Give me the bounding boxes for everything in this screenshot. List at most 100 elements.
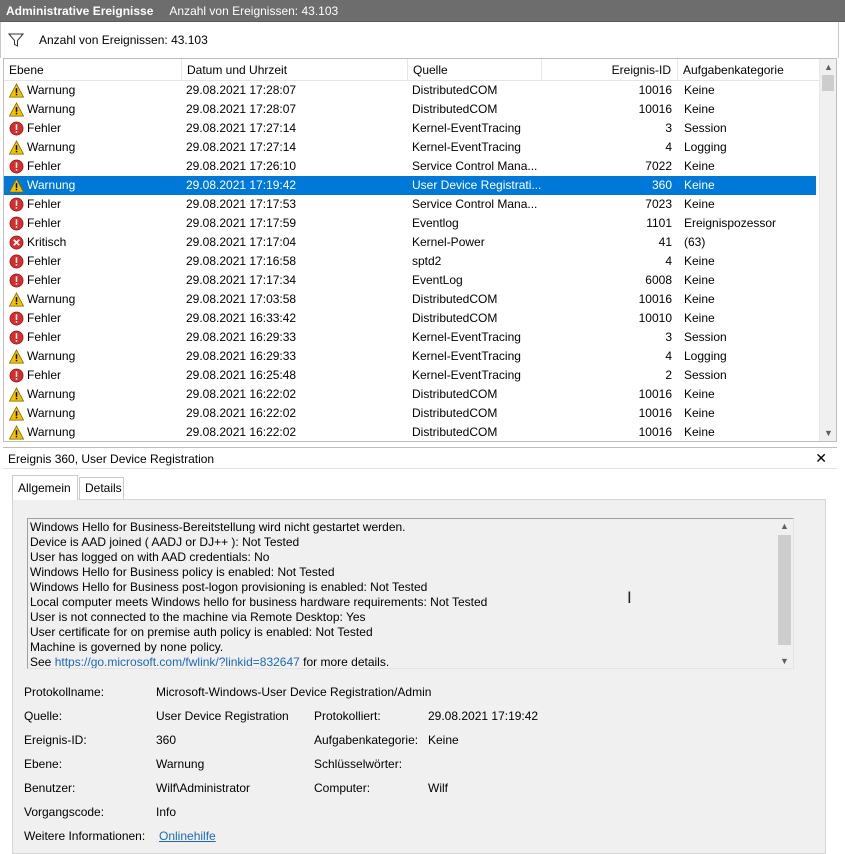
error-icon	[9, 311, 24, 326]
tab-panel-allgemein: Windows Hello for Business-Bereitstellun…	[12, 499, 826, 854]
cell-level: Kritisch	[27, 235, 67, 249]
scrollbar-thumb[interactable]	[778, 535, 791, 645]
cell-event-id: 10016	[638, 387, 672, 401]
cell-date: 29.08.2021 17:28:07	[186, 83, 297, 97]
error-icon	[9, 159, 24, 174]
close-icon[interactable]: ✕	[815, 450, 827, 467]
table-row[interactable]: Fehler 29.08.2021 17:27:14 Kernel-EventTra…	[4, 119, 816, 138]
tab-details[interactable]: Details	[79, 477, 124, 500]
cell-event-id: 3	[665, 121, 672, 135]
cell-source: Kernel-EventTracing	[412, 368, 521, 382]
scroll-down-arrow-icon[interactable]: ▼	[820, 425, 836, 441]
event-description[interactable]: Windows Hello for Business-Bereitstellun…	[27, 518, 794, 669]
prop-label-ereignis-id: Ereignis-ID:	[24, 733, 87, 747]
cell-level: Warnung	[27, 406, 76, 420]
online-help-link[interactable]: Onlinehilfe	[159, 829, 216, 843]
cell-event-id: 10010	[638, 311, 672, 325]
cell-level: Warnung	[27, 349, 76, 363]
text-cursor-icon: Ⅰ	[627, 588, 632, 607]
cell-source: DistributedCOM	[412, 292, 498, 306]
column-header-quelle[interactable]: Quelle	[408, 59, 542, 81]
cell-level: Fehler	[27, 368, 62, 382]
table-row[interactable]: Warnung 29.08.2021 16:22:02 DistributedCOM…	[4, 385, 816, 404]
cell-level: Warnung	[27, 387, 76, 401]
scrollbar-thumb[interactable]	[822, 75, 834, 91]
warning-icon	[9, 349, 24, 364]
cell-source: EventLog	[412, 273, 463, 287]
warning-icon	[9, 292, 24, 307]
table-row[interactable]: Warnung 29.08.2021 16:22:02 DistributedCOM…	[4, 404, 816, 423]
table-row[interactable]: Fehler 29.08.2021 17:17:59 Eventlog 1101 Ere…	[4, 214, 816, 233]
error-icon	[9, 121, 24, 136]
description-scrollbar[interactable]: ▲ ▼	[776, 519, 793, 668]
error-icon	[9, 330, 24, 345]
cell-level: Fehler	[27, 273, 62, 287]
table-row[interactable]: Warnung 29.08.2021 17:03:58 DistributedCOM…	[4, 290, 816, 309]
table-row[interactable]: Kritisch 29.08.2021 17:17:04 Kernel-Power 4…	[4, 233, 816, 252]
event-list[interactable]: Ebene Datum und Uhrzeit Quelle Ereignis-…	[3, 58, 837, 442]
table-row[interactable]: Fehler 29.08.2021 17:17:34 EventLog 6008 Kei…	[4, 271, 816, 290]
description-line: Windows Hello for Business-Bereitstellun…	[30, 520, 406, 534]
prop-label-computer: Computer:	[314, 781, 371, 795]
cell-source: Eventlog	[412, 216, 459, 230]
event-detail-title: Ereignis 360, User Device Registration	[8, 452, 215, 466]
prop-label-benutzer: Benutzer:	[24, 781, 76, 795]
cell-date: 29.08.2021 17:19:42	[186, 178, 297, 192]
table-row[interactable]: Fehler 29.08.2021 16:29:33 Kernel-EventTra…	[4, 328, 816, 347]
cell-level: Fehler	[27, 330, 62, 344]
column-header-aufgabenkategorie[interactable]: Aufgabenkategorie	[678, 59, 819, 81]
cell-event-id: 10016	[638, 292, 672, 306]
cell-category: Keine	[684, 102, 715, 116]
cell-category: Keine	[684, 387, 715, 401]
prop-label-ebene: Ebene:	[24, 757, 63, 771]
cell-level: Fehler	[27, 121, 62, 135]
warning-icon	[9, 178, 24, 193]
table-row[interactable]: Fehler 29.08.2021 17:26:10 Service Control…	[4, 157, 816, 176]
table-row[interactable]: Fehler 29.08.2021 16:33:42 DistributedCOM 1…	[4, 309, 816, 328]
cell-date: 29.08.2021 17:17:59	[186, 216, 297, 230]
table-row[interactable]: Warnung 29.08.2021 16:22:02 DistributedCOM…	[4, 423, 816, 441]
scroll-down-arrow-icon[interactable]: ▼	[776, 654, 793, 668]
event-list-scrollbar[interactable]: ▲ ▼	[819, 59, 836, 441]
prop-label-schluesselwoerter: Schlüsselwörter:	[314, 757, 403, 771]
table-row[interactable]: Fehler 29.08.2021 17:17:53 Service Control…	[4, 195, 816, 214]
table-row[interactable]: Warnung 29.08.2021 17:28:07 DistributedCOM…	[4, 100, 816, 119]
prop-value-benutzer: Wilf\Administrator	[156, 781, 251, 795]
cell-level: Fehler	[27, 197, 62, 211]
prop-label-protokollname: Protokollname:	[24, 685, 105, 699]
cell-source: DistributedCOM	[412, 406, 498, 420]
cell-event-id: 10016	[638, 406, 672, 420]
table-row[interactable]: Warnung 29.08.2021 17:19:42 User Device Re…	[4, 176, 816, 195]
prop-label-quelle: Quelle:	[24, 709, 63, 723]
cell-source: Kernel-EventTracing	[412, 121, 521, 135]
column-header-ebene[interactable]: Ebene	[4, 59, 182, 81]
warning-icon	[9, 140, 24, 155]
tab-allgemein[interactable]: Allgemein	[12, 475, 78, 500]
cell-date: 29.08.2021 17:28:07	[186, 102, 297, 116]
table-row[interactable]: Warnung 29.08.2021 17:27:14 Kernel-EventTr…	[4, 138, 816, 157]
prop-label-vorgangscode: Vorgangscode:	[24, 805, 105, 819]
cell-event-id: 4	[665, 254, 672, 268]
cell-category: Keine	[684, 425, 715, 439]
filter-icon[interactable]	[8, 32, 24, 48]
table-row[interactable]: Warnung 29.08.2021 17:28:07 DistributedCOM…	[4, 81, 816, 100]
cell-category: Ereignispozessor	[684, 216, 777, 230]
table-row[interactable]: Warnung 29.08.2021 16:29:33 Kernel-EventTr…	[4, 347, 816, 366]
column-header-datum[interactable]: Datum und Uhrzeit	[182, 59, 408, 81]
cell-date: 29.08.2021 17:17:34	[186, 273, 297, 287]
cell-source: DistributedCOM	[412, 387, 498, 401]
event-description-text: Windows Hello for Business-Bereitstellun…	[30, 520, 775, 668]
cell-category: Session	[684, 121, 727, 135]
description-see-line: See https://go.microsoft.com/fwlink/?lin…	[30, 655, 775, 668]
cell-event-id: 6008	[645, 273, 672, 287]
fwlink-link[interactable]: https://go.microsoft.com/fwlink/?linkid=…	[55, 655, 300, 668]
cell-category: Keine	[684, 83, 715, 97]
table-row[interactable]: Fehler 29.08.2021 17:16:58 sptd2 4 Keine	[4, 252, 816, 271]
cell-category: Keine	[684, 159, 715, 173]
column-header-ereignis-id[interactable]: Ereignis-ID	[542, 59, 678, 81]
scroll-up-arrow-icon[interactable]: ▲	[776, 519, 793, 533]
table-row[interactable]: Fehler 29.08.2021 16:25:48 Kernel-EventTra…	[4, 366, 816, 385]
cell-date: 29.08.2021 16:29:33	[186, 330, 297, 344]
scroll-up-arrow-icon[interactable]: ▲	[820, 59, 836, 75]
cell-category: Keine	[684, 254, 715, 268]
